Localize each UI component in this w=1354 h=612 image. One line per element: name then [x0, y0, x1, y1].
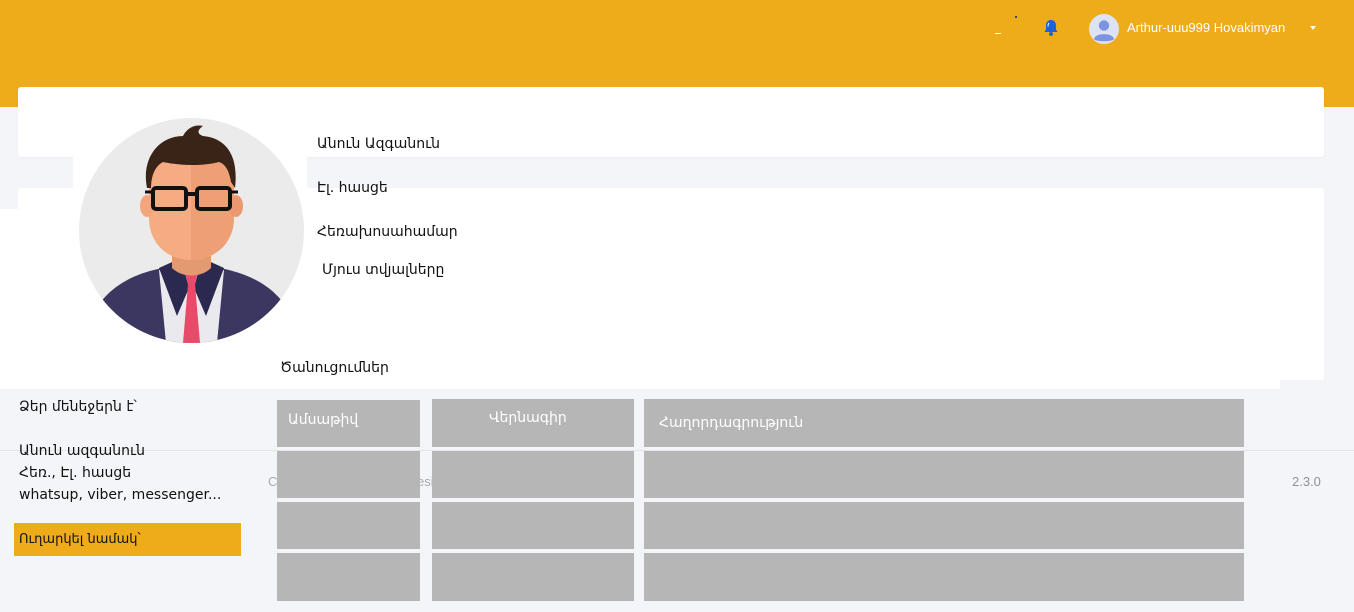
caret-down-icon[interactable]	[1310, 26, 1316, 30]
user-menu-name[interactable]: Arthur-uuu999 Hovakimyan	[1127, 20, 1285, 35]
manager-heading: Ձեր մենեջերն է՝	[19, 399, 137, 415]
table-row-cell	[432, 553, 634, 601]
table-row-cell	[644, 451, 1244, 498]
table-header-title[interactable]: Վերնագիր	[432, 399, 634, 447]
user-avatar-icon[interactable]	[1089, 14, 1119, 44]
table-row-cell	[432, 451, 634, 498]
table-row-cell	[277, 502, 420, 549]
table-header-title-label: Վերնագիր	[489, 410, 567, 426]
profile-phone: Հեռախոսահամար	[317, 224, 458, 240]
table-row-cell	[277, 553, 420, 601]
table-header-message[interactable]: Հաղորդագրություն	[644, 399, 1244, 447]
manager-messengers: whatsup, viber, messenger...	[19, 487, 222, 503]
manager-contacts: Հեռ., Էլ. հասցե	[19, 465, 132, 481]
table-row-cell	[644, 553, 1244, 601]
send-message-button[interactable]: Ուղարկել նամակ՝	[14, 523, 241, 556]
table-row-cell	[432, 502, 634, 549]
profile-email: Էլ. հասցե	[317, 180, 388, 196]
notification-indicator-dot	[1015, 16, 1017, 18]
app-version: 2.3.0	[1292, 474, 1321, 489]
manager-name: Անուն ազգանուն	[19, 443, 145, 459]
table-row-cell	[644, 502, 1244, 549]
profile-avatar-image	[79, 118, 304, 343]
table-row-cell	[277, 451, 420, 498]
announcements-heading: Ծանուցումներ	[280, 360, 389, 376]
bell-icon[interactable]	[1041, 18, 1061, 38]
navbar-mark	[995, 33, 1001, 34]
profile-other-data: Մյուս տվյալները	[322, 262, 445, 278]
table-header-date[interactable]: Ամսաթիվ	[277, 400, 420, 447]
table-header-message-label: Հաղորդագրություն	[659, 415, 804, 431]
profile-full-name: Անուն Ազգանուն	[317, 136, 441, 152]
footer-copyright: C	[268, 474, 278, 489]
table-header-date-label: Ամսաթիվ	[288, 412, 359, 428]
